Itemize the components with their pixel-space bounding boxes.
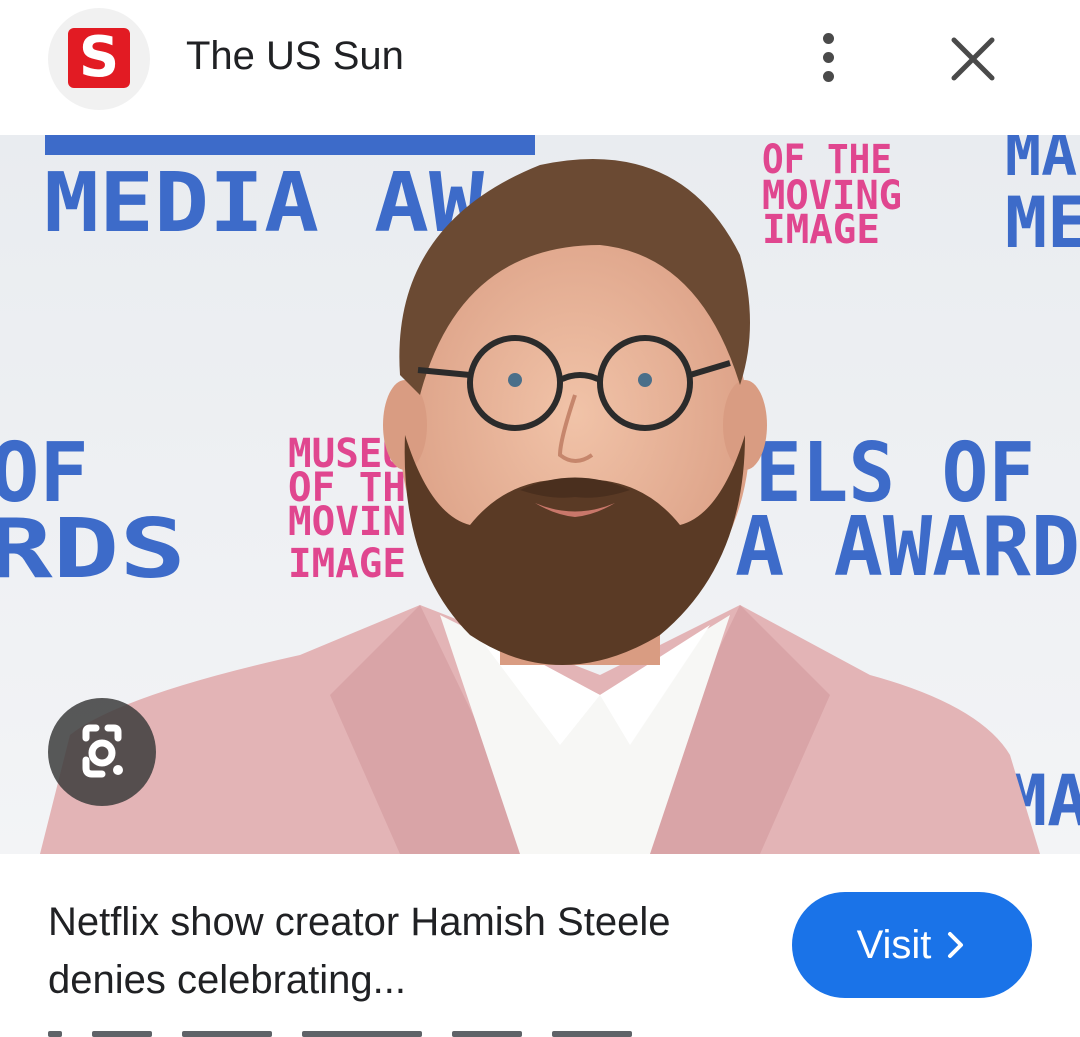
more-options-button[interactable] xyxy=(806,27,850,87)
close-button[interactable] xyxy=(944,30,1002,88)
backdrop-left-title: MEDIA AW xyxy=(44,156,485,251)
source-header: S The US Sun xyxy=(0,0,1080,135)
backdrop-museum-mid-3: MOVIN xyxy=(288,499,406,545)
article-image[interactable]: MEDIA AW OF THE MOVING IMAGE MA ME OF RD… xyxy=(0,135,1080,854)
backdrop-right-edge-2: ME xyxy=(1005,182,1080,264)
visit-button-label: Visit xyxy=(856,922,932,967)
visit-button[interactable]: Visit xyxy=(792,892,1032,998)
more-vert-dot xyxy=(822,70,834,82)
article-snippet-cutoff xyxy=(48,1024,668,1037)
more-vert-icon xyxy=(822,32,834,44)
more-vert-dot xyxy=(822,51,834,63)
google-lens-icon xyxy=(82,724,123,778)
close-icon xyxy=(951,37,995,81)
article-headline[interactable]: Netflix show creator Hamish Steele denie… xyxy=(48,893,728,1009)
portrait-photo: MEDIA AW OF THE MOVING IMAGE MA ME OF RD… xyxy=(0,135,1080,854)
backdrop-mid-left-2: RDS xyxy=(0,502,186,597)
sun-logo-icon: S xyxy=(68,28,130,88)
backdrop-museum-3: IMAGE xyxy=(762,207,880,253)
google-lens-button[interactable] xyxy=(48,698,156,806)
site-name[interactable]: The US Sun xyxy=(186,32,404,80)
backdrop-mid-right-2: A AWARD xyxy=(735,500,1080,595)
backdrop-museum-mid-4: IMAGE xyxy=(288,541,406,587)
chevron-right-icon xyxy=(948,932,964,958)
site-logo[interactable]: S xyxy=(48,8,150,110)
